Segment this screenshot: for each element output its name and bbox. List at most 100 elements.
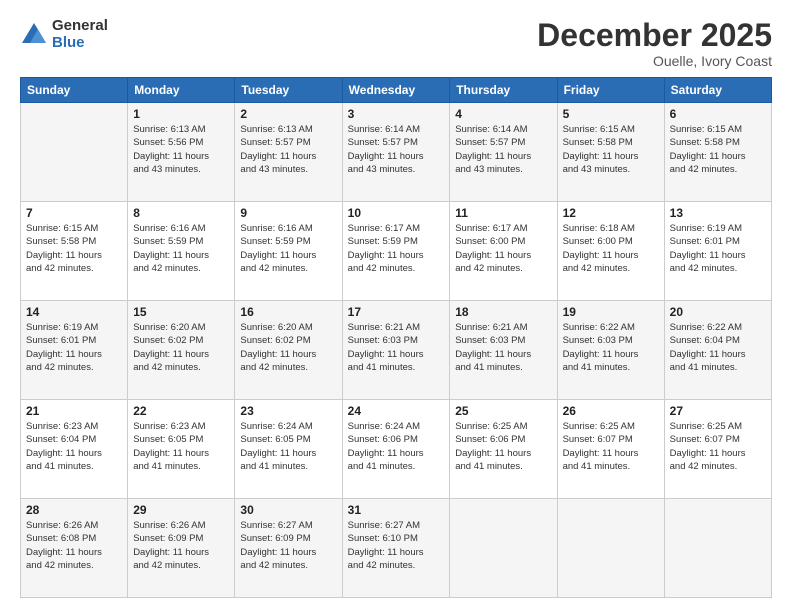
day-number: 15 <box>133 305 229 319</box>
day-info: Sunrise: 6:24 AM Sunset: 6:06 PM Dayligh… <box>348 420 445 473</box>
day-number: 26 <box>563 404 659 418</box>
table-row: 29 Sunrise: 6:26 AM Sunset: 6:09 PM Dayli… <box>128 499 235 598</box>
day-number: 24 <box>348 404 445 418</box>
day-info: Sunrise: 6:21 AM Sunset: 6:03 PM Dayligh… <box>455 321 551 374</box>
table-row: 5 Sunrise: 6:15 AM Sunset: 5:58 PM Daylig… <box>557 103 664 202</box>
day-info: Sunrise: 6:13 AM Sunset: 5:57 PM Dayligh… <box>240 123 336 176</box>
col-monday: Monday <box>128 78 235 103</box>
day-number: 18 <box>455 305 551 319</box>
day-info: Sunrise: 6:17 AM Sunset: 6:00 PM Dayligh… <box>455 222 551 275</box>
day-number: 12 <box>563 206 659 220</box>
table-row: 27Sunrise: 6:25 AM Sunset: 6:07 PM Dayli… <box>664 400 771 499</box>
table-row: 7Sunrise: 6:15 AM Sunset: 5:58 PM Daylig… <box>21 202 128 301</box>
table-row: 24 Sunrise: 6:24 AM Sunset: 6:06 PM Dayli… <box>342 400 450 499</box>
header: General Blue December 2025 Ouelle, Ivory… <box>20 18 772 69</box>
table-row: 16 Sunrise: 6:20 AM Sunset: 6:02 PM Dayli… <box>235 301 342 400</box>
day-info: Sunrise: 6:15 AM Sunset: 5:58 PM Dayligh… <box>26 222 122 275</box>
day-number: 10 <box>348 206 445 220</box>
col-wednesday: Wednesday <box>342 78 450 103</box>
day-info: Sunrise: 6:23 AM Sunset: 6:04 PM Dayligh… <box>26 420 122 473</box>
day-number: 6 <box>670 107 766 121</box>
table-row: 3 Sunrise: 6:14 AM Sunset: 5:57 PM Daylig… <box>342 103 450 202</box>
day-info: Sunrise: 6:24 AM Sunset: 6:05 PM Dayligh… <box>240 420 336 473</box>
day-info: Sunrise: 6:14 AM Sunset: 5:57 PM Dayligh… <box>348 123 445 176</box>
table-row: 1Sunrise: 6:13 AM Sunset: 5:56 PM Daylig… <box>128 103 235 202</box>
calendar-header-row: Sunday Monday Tuesday Wednesday Thursday… <box>21 78 772 103</box>
day-number: 3 <box>348 107 445 121</box>
day-info: Sunrise: 6:26 AM Sunset: 6:09 PM Dayligh… <box>133 519 229 572</box>
table-row: 13Sunrise: 6:19 AM Sunset: 6:01 PM Dayli… <box>664 202 771 301</box>
table-row: 15Sunrise: 6:20 AM Sunset: 6:02 PM Dayli… <box>128 301 235 400</box>
calendar-week-row: 7Sunrise: 6:15 AM Sunset: 5:58 PM Daylig… <box>21 202 772 301</box>
table-row <box>450 499 557 598</box>
day-info: Sunrise: 6:25 AM Sunset: 6:07 PM Dayligh… <box>563 420 659 473</box>
table-row: 25 Sunrise: 6:25 AM Sunset: 6:06 PM Dayli… <box>450 400 557 499</box>
table-row <box>21 103 128 202</box>
calendar-week-row: 21 Sunrise: 6:23 AM Sunset: 6:04 PM Dayli… <box>21 400 772 499</box>
day-number: 17 <box>348 305 445 319</box>
logo: General Blue <box>20 18 108 51</box>
table-row: 23 Sunrise: 6:24 AM Sunset: 6:05 PM Dayli… <box>235 400 342 499</box>
table-row: 17 Sunrise: 6:21 AM Sunset: 6:03 PM Dayli… <box>342 301 450 400</box>
table-row: 2 Sunrise: 6:13 AM Sunset: 5:57 PM Daylig… <box>235 103 342 202</box>
table-row: 11 Sunrise: 6:17 AM Sunset: 6:00 PM Dayli… <box>450 202 557 301</box>
day-number: 9 <box>240 206 336 220</box>
table-row: 18 Sunrise: 6:21 AM Sunset: 6:03 PM Dayli… <box>450 301 557 400</box>
table-row: 10 Sunrise: 6:17 AM Sunset: 5:59 PM Dayli… <box>342 202 450 301</box>
day-number: 30 <box>240 503 336 517</box>
day-number: 31 <box>348 503 445 517</box>
day-number: 5 <box>563 107 659 121</box>
table-row: 21 Sunrise: 6:23 AM Sunset: 6:04 PM Dayli… <box>21 400 128 499</box>
day-number: 28 <box>26 503 122 517</box>
calendar-week-row: 1Sunrise: 6:13 AM Sunset: 5:56 PM Daylig… <box>21 103 772 202</box>
day-info: Sunrise: 6:15 AM Sunset: 5:58 PM Dayligh… <box>563 123 659 176</box>
day-number: 29 <box>133 503 229 517</box>
table-row <box>557 499 664 598</box>
day-number: 23 <box>240 404 336 418</box>
day-info: Sunrise: 6:13 AM Sunset: 5:56 PM Dayligh… <box>133 123 229 176</box>
day-info: Sunrise: 6:22 AM Sunset: 6:04 PM Dayligh… <box>670 321 766 374</box>
day-number: 20 <box>670 305 766 319</box>
day-info: Sunrise: 6:21 AM Sunset: 6:03 PM Dayligh… <box>348 321 445 374</box>
day-info: Sunrise: 6:19 AM Sunset: 6:01 PM Dayligh… <box>26 321 122 374</box>
col-sunday: Sunday <box>21 78 128 103</box>
col-thursday: Thursday <box>450 78 557 103</box>
table-row: 9 Sunrise: 6:16 AM Sunset: 5:59 PM Daylig… <box>235 202 342 301</box>
calendar-week-row: 28 Sunrise: 6:26 AM Sunset: 6:08 PM Dayli… <box>21 499 772 598</box>
location-title: Ouelle, Ivory Coast <box>537 53 772 69</box>
day-number: 22 <box>133 404 229 418</box>
day-info: Sunrise: 6:27 AM Sunset: 6:09 PM Dayligh… <box>240 519 336 572</box>
table-row: 8Sunrise: 6:16 AM Sunset: 5:59 PM Daylig… <box>128 202 235 301</box>
logo-text: General Blue <box>52 18 108 51</box>
day-info: Sunrise: 6:20 AM Sunset: 6:02 PM Dayligh… <box>240 321 336 374</box>
day-number: 19 <box>563 305 659 319</box>
table-row: 30 Sunrise: 6:27 AM Sunset: 6:09 PM Dayli… <box>235 499 342 598</box>
day-number: 16 <box>240 305 336 319</box>
day-info: Sunrise: 6:14 AM Sunset: 5:57 PM Dayligh… <box>455 123 551 176</box>
day-number: 27 <box>670 404 766 418</box>
col-saturday: Saturday <box>664 78 771 103</box>
day-number: 13 <box>670 206 766 220</box>
day-number: 2 <box>240 107 336 121</box>
day-info: Sunrise: 6:22 AM Sunset: 6:03 PM Dayligh… <box>563 321 659 374</box>
table-row: 6Sunrise: 6:15 AM Sunset: 5:58 PM Daylig… <box>664 103 771 202</box>
page: General Blue December 2025 Ouelle, Ivory… <box>0 0 792 612</box>
day-number: 25 <box>455 404 551 418</box>
table-row: 22 Sunrise: 6:23 AM Sunset: 6:05 PM Dayli… <box>128 400 235 499</box>
title-block: December 2025 Ouelle, Ivory Coast <box>537 18 772 69</box>
col-tuesday: Tuesday <box>235 78 342 103</box>
day-info: Sunrise: 6:18 AM Sunset: 6:00 PM Dayligh… <box>563 222 659 275</box>
table-row: 28 Sunrise: 6:26 AM Sunset: 6:08 PM Dayli… <box>21 499 128 598</box>
day-info: Sunrise: 6:16 AM Sunset: 5:59 PM Dayligh… <box>240 222 336 275</box>
day-number: 21 <box>26 404 122 418</box>
day-info: Sunrise: 6:23 AM Sunset: 6:05 PM Dayligh… <box>133 420 229 473</box>
table-row: 19 Sunrise: 6:22 AM Sunset: 6:03 PM Dayli… <box>557 301 664 400</box>
logo-icon <box>20 21 48 49</box>
day-info: Sunrise: 6:26 AM Sunset: 6:08 PM Dayligh… <box>26 519 122 572</box>
table-row <box>664 499 771 598</box>
day-info: Sunrise: 6:25 AM Sunset: 6:06 PM Dayligh… <box>455 420 551 473</box>
day-info: Sunrise: 6:16 AM Sunset: 5:59 PM Dayligh… <box>133 222 229 275</box>
calendar-table: Sunday Monday Tuesday Wednesday Thursday… <box>20 77 772 598</box>
day-number: 11 <box>455 206 551 220</box>
day-info: Sunrise: 6:17 AM Sunset: 5:59 PM Dayligh… <box>348 222 445 275</box>
